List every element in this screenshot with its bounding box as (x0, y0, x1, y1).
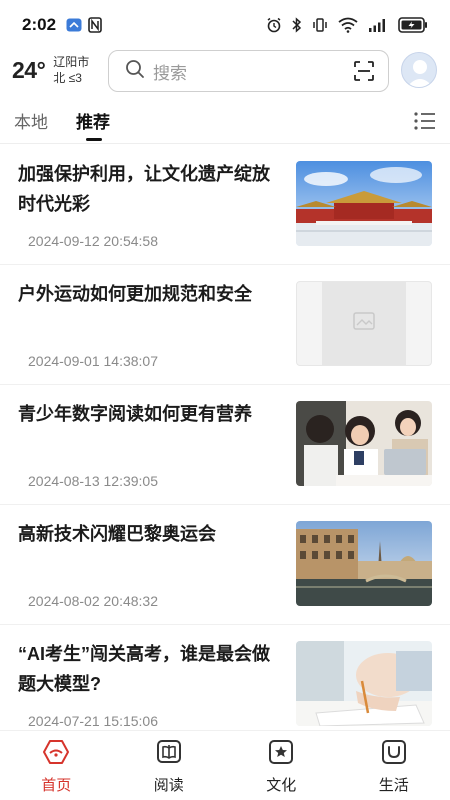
home-icon (42, 739, 70, 770)
nav-home[interactable]: 首页 (0, 731, 113, 800)
vibrate-icon (312, 17, 328, 33)
status-time: 2:02 (22, 15, 57, 34)
news-title: 青少年数字阅读如何更有营养 (18, 404, 252, 424)
news-title: “AI考生”闯关高考，谁是最会做题大模型? (18, 644, 270, 694)
nav-read[interactable]: 阅读 (113, 731, 226, 800)
news-title: 加强保护利用，让文化遗产绽放时代光彩 (18, 164, 270, 214)
culture-icon (268, 739, 294, 770)
app-notification-icon (66, 18, 82, 32)
news-thumbnail-placeholder (296, 281, 432, 366)
search-icon (125, 59, 145, 84)
weather-widget[interactable]: 24° 辽阳市 北 ≤3 (12, 54, 89, 86)
temperature: 24° (12, 56, 46, 83)
news-time: 2024-09-12 20:54:58 (28, 233, 158, 249)
search-placeholder: 搜索 (153, 63, 187, 83)
weather-wind: 北 ≤3 (53, 71, 82, 85)
life-icon (381, 739, 407, 770)
battery-icon (398, 17, 428, 33)
news-item[interactable]: “AI考生”闯关高考，谁是最会做题大模型? 2024-07-21 15:15:0… (0, 625, 450, 745)
news-item[interactable]: 青少年数字阅读如何更有营养 2024-08-13 12:39:05 (0, 385, 450, 505)
news-thumbnail (296, 401, 432, 486)
nav-label: 生活 (378, 777, 409, 794)
nav-label: 文化 (266, 777, 297, 794)
news-item[interactable]: 加强保护利用，让文化遗产绽放时代光彩 2024-09-12 20:54:58 (0, 145, 450, 265)
status-bar: 2:02 (0, 0, 450, 50)
news-time: 2024-07-21 15:15:06 (28, 713, 158, 729)
news-item[interactable]: 高新技术闪耀巴黎奥运会 2024-08-02 20:48:32 (0, 505, 450, 625)
bluetooth-icon (292, 17, 302, 33)
news-list: 加强保护利用，让文化遗产绽放时代光彩 2024-09-12 20:54:58 户… (0, 145, 450, 745)
search-bar[interactable]: 搜索 (108, 50, 389, 92)
channel-menu-icon[interactable] (414, 112, 436, 130)
weather-city: 辽阳市 (53, 55, 90, 69)
channel-tabs: 本地 推荐 (0, 98, 450, 144)
avatar[interactable] (401, 52, 437, 88)
wifi-icon (338, 17, 358, 33)
nav-label: 阅读 (153, 777, 184, 794)
news-title: 高新技术闪耀巴黎奥运会 (18, 524, 216, 544)
active-tab-indicator (86, 138, 102, 141)
nav-culture[interactable]: 文化 (225, 731, 338, 800)
news-thumbnail (296, 641, 432, 726)
news-time: 2024-09-01 14:38:07 (28, 353, 158, 369)
nav-label: 首页 (41, 777, 72, 794)
scan-icon[interactable] (354, 61, 374, 81)
book-icon (156, 739, 182, 770)
news-item[interactable]: 户外运动如何更加规范和安全 2024-09-01 14:38:07 (0, 265, 450, 385)
image-placeholder-icon (353, 312, 375, 335)
tab-local[interactable]: 本地 (14, 108, 48, 133)
alarm-icon (266, 17, 282, 33)
news-thumbnail (296, 521, 432, 606)
news-title: 户外运动如何更加规范和安全 (18, 284, 252, 304)
bottom-nav: 首页 阅读 文化 生活 (0, 730, 450, 800)
news-time: 2024-08-13 12:39:05 (28, 473, 158, 489)
news-thumbnail (296, 161, 432, 246)
tab-recommend[interactable]: 推荐 (76, 108, 110, 133)
nav-life[interactable]: 生活 (338, 731, 450, 800)
news-time: 2024-08-02 20:48:32 (28, 593, 158, 609)
signal-icon (368, 18, 388, 32)
top-header: 24° 辽阳市 北 ≤3 搜索 (0, 50, 450, 96)
nfc-icon (88, 17, 102, 33)
